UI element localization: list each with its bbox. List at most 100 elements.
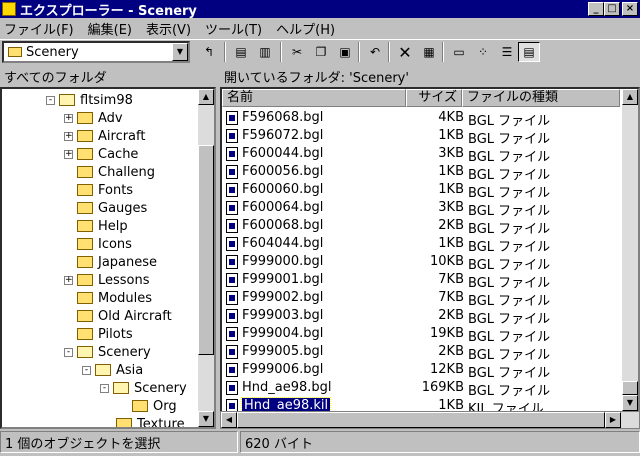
collapse-icon[interactable]: - [46, 95, 55, 105]
collapse-icon[interactable]: - [100, 383, 109, 393]
file-row[interactable]: F596072.bgl 1KB BGL ファイル [222, 127, 620, 147]
file-row[interactable]: F999000.bgl 10KB BGL ファイル [222, 253, 620, 273]
file-icon [226, 255, 238, 269]
tree-node-asia[interactable]: - Asia [82, 361, 143, 379]
menu-help[interactable]: ヘルプ(H) [276, 19, 335, 38]
tree-node-challeng[interactable]: Challeng [77, 163, 155, 181]
file-row[interactable]: F600064.bgl 3KB BGL ファイル [222, 199, 620, 219]
file-size: 4KB [438, 110, 464, 125]
file-icon [226, 111, 238, 125]
file-row[interactable]: Hnd_ae98.bgl 169KB BGL ファイル [222, 379, 620, 399]
column-header-name[interactable]: 名前 [222, 89, 406, 107]
dropdown-arrow-icon[interactable]: ▼ [172, 43, 188, 61]
scroll-up-icon[interactable]: ▲ [622, 89, 638, 105]
map-drive-button[interactable]: ▤ [230, 42, 252, 62]
expand-icon[interactable]: + [64, 113, 73, 123]
file-row[interactable]: F600068.bgl 2KB BGL ファイル [222, 217, 620, 237]
file-row[interactable]: F999006.bgl 12KB BGL ファイル [222, 361, 620, 381]
menu-tools[interactable]: ツール(T) [205, 19, 262, 38]
tree-node-label: Scenery [134, 380, 187, 396]
tree-node-pilots[interactable]: Pilots [77, 325, 133, 343]
list-scrollbar[interactable] [622, 89, 638, 411]
tree-node-scenery[interactable]: - Scenery [64, 343, 151, 361]
explorer-app-icon[interactable] [2, 2, 16, 16]
expand-icon[interactable]: + [64, 131, 73, 141]
tree-node-label: Help [98, 218, 128, 234]
scroll-down-icon[interactable]: ▼ [198, 411, 214, 427]
menu-view[interactable]: 表示(V) [146, 19, 191, 38]
list-horizontal-scrollbar[interactable]: ◀ ▶ [220, 411, 640, 429]
tree-node-icons[interactable]: Icons [77, 235, 132, 253]
file-size: 169KB [421, 380, 464, 395]
tree-node-fltsim98[interactable]: - fltsim98 [46, 91, 133, 109]
file-row[interactable]: F999001.bgl 7KB BGL ファイル [222, 271, 620, 291]
undo-button[interactable]: ↶ [364, 42, 386, 62]
scroll-left-icon[interactable]: ◀ [221, 412, 237, 428]
tree-node-label: Icons [98, 236, 132, 252]
tree-node-modules[interactable]: Modules [77, 289, 152, 307]
window-title: エクスプローラー - Scenery [20, 3, 197, 19]
scroll-down-icon[interactable]: ▼ [622, 395, 638, 411]
column-header-size[interactable]: サイズ [406, 89, 462, 107]
scroll-right-icon[interactable]: ▶ [605, 412, 621, 428]
expand-icon[interactable]: + [64, 149, 73, 159]
folder-icon [116, 418, 132, 427]
close-button[interactable]: × [622, 2, 638, 16]
file-row[interactable]: F999003.bgl 2KB BGL ファイル [222, 307, 620, 327]
tree-scroll-thumb[interactable] [198, 145, 214, 355]
file-row[interactable]: F600060.bgl 1KB BGL ファイル [222, 181, 620, 201]
file-name: F999004.bgl [242, 326, 324, 341]
disconnect-drive-button[interactable]: ▥ [254, 42, 276, 62]
file-icon [226, 219, 238, 233]
tree-node-old-aircraft[interactable]: Old Aircraft [77, 307, 172, 325]
tree-node-texture[interactable]: Texture [116, 415, 185, 427]
folder-tree[interactable]: - fltsim98 + Adv + Aircraft + Cache Chal… [0, 87, 216, 429]
paste-button[interactable]: ▣ [334, 42, 356, 62]
column-header-type[interactable]: ファイルの種類 [462, 89, 620, 107]
properties-button[interactable]: ▦ [418, 42, 440, 62]
file-row[interactable]: F596068.bgl 4KB BGL ファイル [222, 109, 620, 129]
file-row[interactable]: F999002.bgl 7KB BGL ファイル [222, 289, 620, 309]
tree-node-japanese[interactable]: Japanese [77, 253, 157, 271]
tree-node-lessons[interactable]: + Lessons [64, 271, 150, 289]
file-row[interactable]: F604044.bgl 1KB BGL ファイル [222, 235, 620, 255]
tree-node-cache[interactable]: + Cache [64, 145, 138, 163]
tree-node-asia-scenery[interactable]: - Scenery [100, 379, 187, 397]
file-row[interactable]: F999004.bgl 19KB BGL ファイル [222, 325, 620, 345]
minimize-button[interactable]: _ [588, 2, 604, 16]
small-icons-button[interactable]: ⁘ [472, 42, 494, 62]
file-name: F604044.bgl [242, 236, 324, 251]
up-folder-button[interactable]: ↰ [198, 42, 220, 62]
tree-node-help[interactable]: Help [77, 217, 128, 235]
tree-node-label: Asia [116, 362, 144, 378]
file-list[interactable]: 名前 サイズ ファイルの種類 F596068.bgl 4KB BGL ファイル F59… [220, 87, 640, 413]
tree-node-gauges[interactable]: Gauges [77, 199, 147, 217]
menu-edit[interactable]: 編集(E) [88, 19, 132, 38]
file-row[interactable]: F600056.bgl 1KB BGL ファイル [222, 163, 620, 183]
details-view-button[interactable]: ▤ [518, 42, 540, 62]
scroll-up-icon[interactable]: ▲ [198, 89, 214, 105]
large-icons-button[interactable]: ▭ [448, 42, 470, 62]
collapse-icon[interactable]: - [64, 347, 73, 357]
tree-node-aircraft[interactable]: + Aircraft [64, 127, 145, 145]
tree-node-org[interactable]: Org [132, 397, 177, 415]
list-scroll-thumb[interactable] [622, 381, 638, 395]
maximize-button[interactable]: □ [604, 2, 620, 16]
expand-icon[interactable]: + [64, 275, 73, 285]
file-row[interactable]: F999005.bgl 2KB BGL ファイル [222, 343, 620, 363]
title-bar[interactable]: エクスプローラー - Scenery [0, 0, 640, 19]
list-view-button[interactable]: ☰ [496, 42, 518, 62]
collapse-icon[interactable]: - [82, 365, 91, 375]
tree-node-fonts[interactable]: Fonts [77, 181, 133, 199]
copy-button[interactable]: ❐ [310, 42, 332, 62]
tree-node-label: Adv [98, 110, 123, 126]
list-hscroll-thumb[interactable] [237, 412, 605, 428]
cut-button[interactable]: ✂ [286, 42, 308, 62]
tree-node-label: Modules [98, 290, 153, 306]
delete-button[interactable]: ✕ [394, 42, 416, 62]
tree-node-label: Gauges [98, 200, 148, 216]
address-combo[interactable]: Scenery ▼ [2, 41, 190, 63]
menu-file[interactable]: ファイル(F) [4, 19, 74, 38]
tree-node-adv[interactable]: + Adv [64, 109, 123, 127]
file-row[interactable]: F600044.bgl 3KB BGL ファイル [222, 145, 620, 165]
